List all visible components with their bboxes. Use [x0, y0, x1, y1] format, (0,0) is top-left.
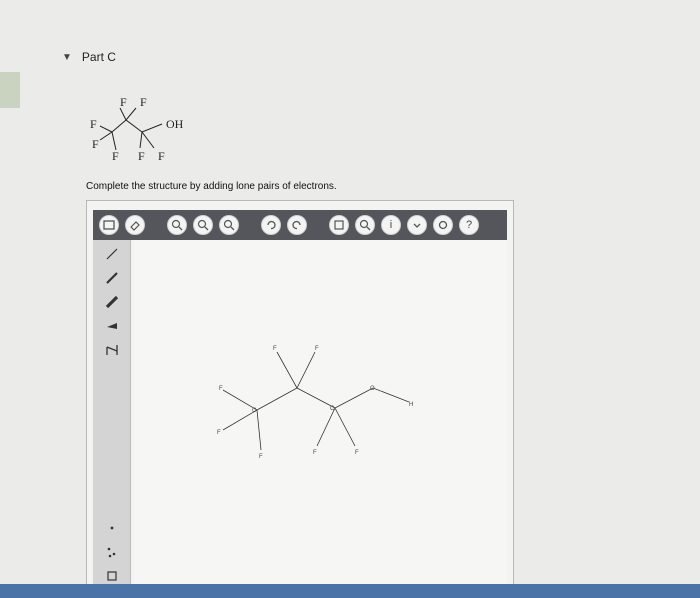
ref-f-label: F	[138, 149, 145, 163]
single-bond-icon[interactable]	[97, 244, 127, 264]
triple-bond-icon[interactable]	[97, 292, 127, 312]
canvas-fluorine-label[interactable]: F	[355, 450, 359, 456]
sketcher-toolbar: i ?	[93, 210, 507, 240]
canvas-fluorine-label[interactable]: F	[273, 346, 277, 352]
ref-f-label: F	[92, 137, 99, 151]
search-icon[interactable]	[355, 215, 375, 235]
canvas-fluorine-label[interactable]: F	[219, 386, 223, 392]
collapse-caret-icon[interactable]: ▼	[62, 52, 72, 63]
ref-f-label: F	[120, 95, 127, 109]
info-icon[interactable]: i	[381, 215, 401, 235]
canvas-hydrogen-label[interactable]: H	[409, 402, 413, 408]
charge-box-icon[interactable]	[97, 566, 127, 586]
ref-f-label: F	[140, 95, 147, 109]
undo-icon[interactable]	[261, 215, 281, 235]
canvas-fluorine-label[interactable]: F	[217, 430, 221, 436]
bond-toolbar	[93, 240, 131, 590]
ref-f-label: F	[90, 117, 97, 131]
canvas-fluorine-label[interactable]: F	[259, 454, 263, 460]
instruction-text: Complete the structure by adding lone pa…	[86, 181, 337, 192]
reference-structure: F F F F F F F OH	[90, 95, 184, 163]
molecule-sketcher: i ? C C O H F F F F F F F	[86, 200, 514, 592]
ref-oh-label: OH	[166, 117, 184, 131]
canvas-oxygen-label[interactable]: O	[370, 386, 375, 392]
help-icon[interactable]: ?	[459, 215, 479, 235]
template-icon[interactable]	[329, 215, 349, 235]
canvas-carbon-label[interactable]: C	[330, 406, 335, 412]
ref-f-label: F	[112, 149, 119, 163]
double-bond-icon[interactable]	[97, 268, 127, 288]
zoom-in-icon[interactable]	[167, 215, 187, 235]
canvas-fluorine-label[interactable]: F	[315, 346, 319, 352]
bottom-strip	[0, 584, 700, 598]
part-header[interactable]: ▼ Part C	[62, 50, 116, 64]
wedge-bond-icon[interactable]	[97, 316, 127, 336]
part-title: Part C	[81, 50, 116, 64]
radical-icon[interactable]	[97, 542, 127, 562]
eraser-icon[interactable]	[125, 215, 145, 235]
more-icon[interactable]	[407, 215, 427, 235]
zoom-out-icon[interactable]	[193, 215, 213, 235]
canvas-fluorine-label[interactable]: F	[313, 450, 317, 456]
lone-pair-icon[interactable]	[97, 518, 127, 538]
drawing-canvas[interactable]: C C O H F F F F F F F	[133, 240, 507, 590]
zoom-fit-icon[interactable]	[219, 215, 239, 235]
settings-icon[interactable]	[433, 215, 453, 235]
ref-f-label: F	[158, 149, 165, 163]
side-tab	[0, 72, 20, 108]
select-icon[interactable]	[99, 215, 119, 235]
hash-bond-icon[interactable]	[97, 340, 127, 360]
drawn-molecule[interactable]: C C O H F F F F F F F	[133, 240, 507, 590]
canvas-carbon-label[interactable]: C	[252, 408, 257, 414]
redo-icon[interactable]	[287, 215, 307, 235]
